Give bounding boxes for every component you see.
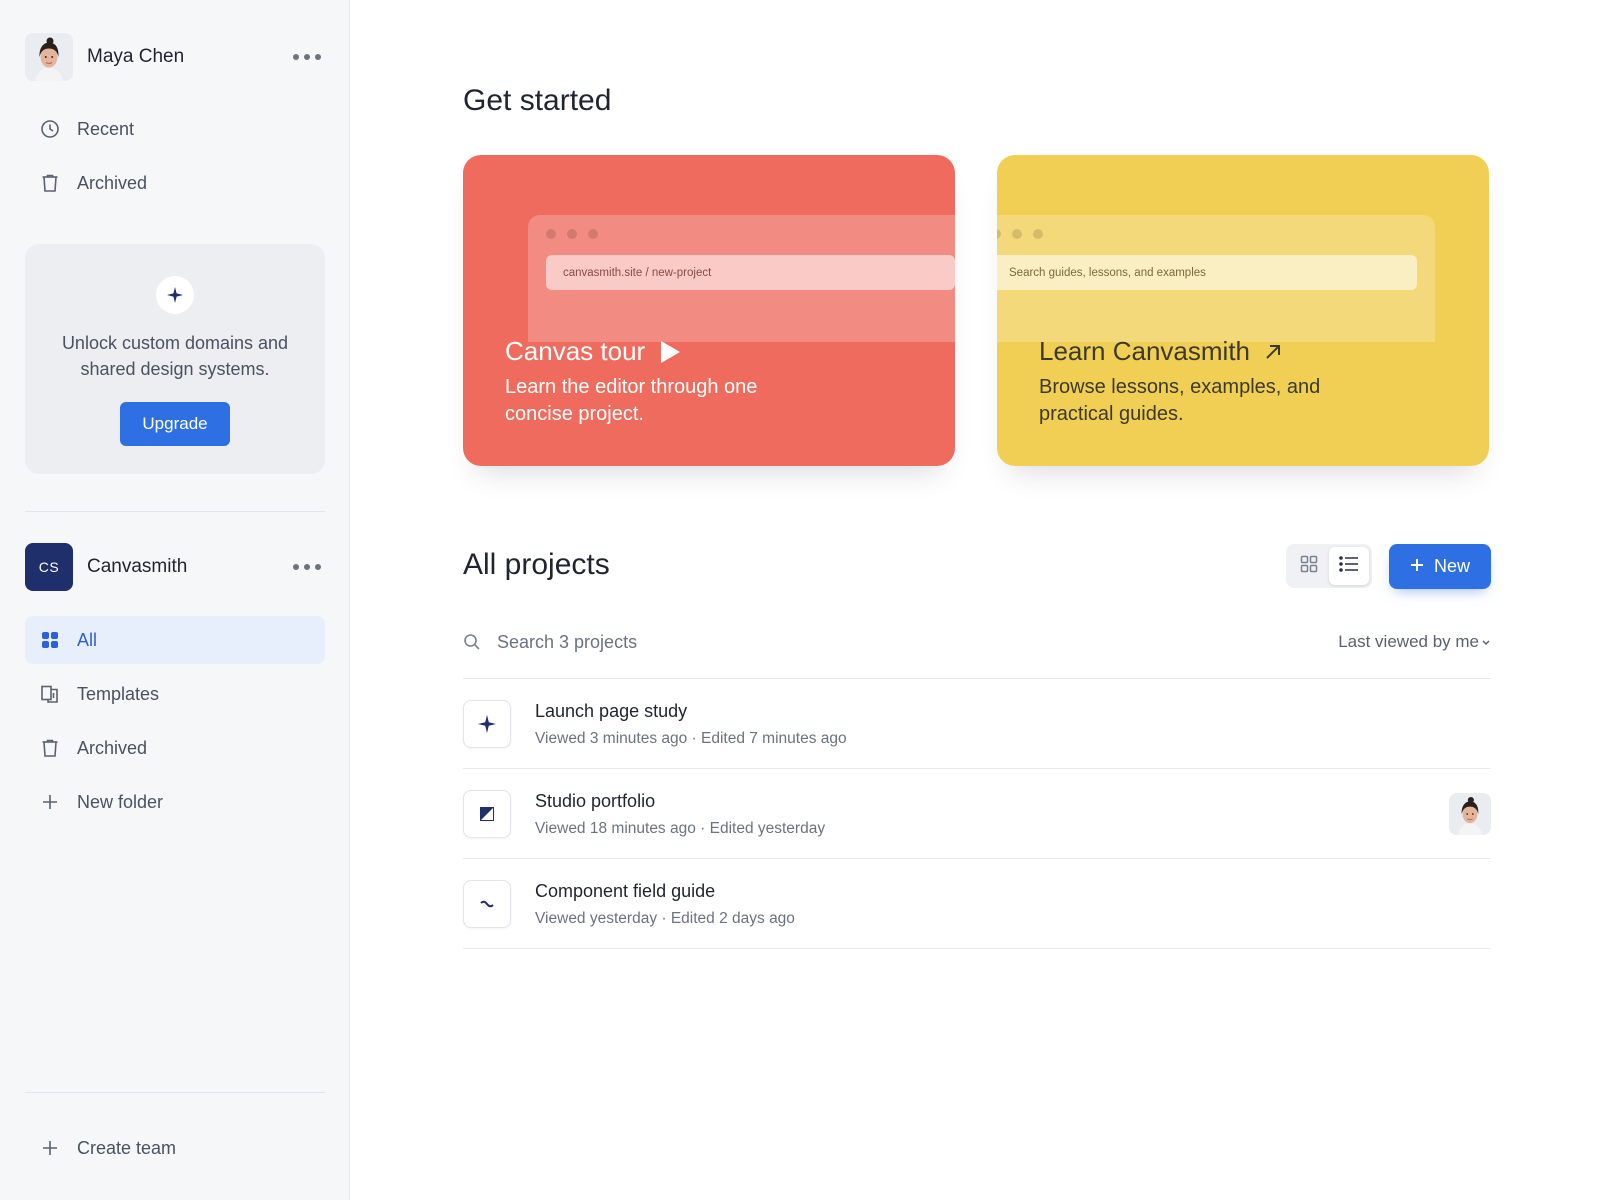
plus-icon (39, 1137, 61, 1159)
canvas-tour-card[interactable]: canvasmith.site / new-project Canvas tou… (463, 155, 955, 466)
list-view-icon (1339, 555, 1359, 578)
page-title: Get started (463, 84, 612, 117)
create-team-button[interactable]: Create team (25, 1124, 325, 1172)
sort-dropdown[interactable]: Last viewed by me (1338, 632, 1491, 652)
user-name: Maya Chen (87, 46, 185, 67)
upgrade-promo: Unlock custom domains and shared design … (25, 244, 325, 474)
create-team-label: Create team (77, 1137, 177, 1158)
project-title: Component field guide (535, 880, 716, 901)
sidebar-item-label: Recent (77, 118, 135, 139)
mock-url-bar: canvasmith.site / new-project (546, 255, 955, 290)
card-title: Learn Canvasmith (1039, 336, 1282, 367)
card-title-text: Canvas tour (505, 336, 646, 366)
grid-icon (39, 629, 61, 651)
upgrade-button[interactable]: Upgrade (120, 402, 230, 446)
search-icon (463, 633, 485, 651)
collaborator-avatar (1449, 793, 1491, 835)
project-row[interactable]: Component field guide Viewed yesterday ·… (463, 859, 1491, 949)
plus-icon (1410, 556, 1424, 577)
project-search-row: Last viewed by me (463, 621, 1491, 663)
sidebar-item-label: Archived (77, 172, 148, 193)
templates-icon (39, 683, 61, 705)
team-more-icon[interactable] (289, 558, 325, 576)
section-title: All projects (463, 548, 610, 581)
plus-icon (39, 791, 61, 813)
project-title: Launch page study (535, 700, 688, 721)
new-project-button[interactable]: New (1389, 544, 1491, 589)
window-dots (546, 229, 598, 239)
sort-label: Last viewed by me (1338, 632, 1479, 651)
sidebar-item-all[interactable]: All (25, 616, 325, 664)
new-button-label: New (1433, 556, 1470, 576)
view-toggle (1286, 544, 1372, 588)
card-description: Learn the editor through one concise pro… (505, 376, 758, 425)
browser-mockup: canvasmith.site / new-project (528, 215, 955, 342)
team-name: Canvasmith (87, 556, 188, 577)
browser-mockup: Search guides, lessons, and examples (997, 215, 1435, 342)
user-avatar (25, 33, 73, 81)
project-meta: Viewed yesterday · Edited 2 days ago (535, 909, 795, 927)
window-dots (997, 229, 1043, 239)
promo-text: Unlock custom domains and shared design … (61, 333, 289, 379)
sidebar-item-archived[interactable]: Archived (25, 159, 325, 207)
list-view-button[interactable] (1329, 547, 1369, 585)
frame-icon (463, 790, 511, 838)
learn-canvasmith-card[interactable]: Search guides, lessons, and examples Lea… (997, 155, 1489, 466)
team-badge: CS (25, 543, 73, 591)
sidebar-item-recent[interactable]: Recent (25, 105, 325, 153)
card-title: Canvas tour (505, 336, 681, 367)
squiggle-icon (463, 880, 511, 928)
user-more-icon[interactable] (289, 48, 325, 66)
sidebar-item-new-folder[interactable]: New folder (25, 778, 325, 826)
project-meta: Viewed 3 minutes ago · Edited 7 minutes … (535, 729, 847, 747)
play-icon (659, 340, 681, 364)
card-description: Browse lessons, examples, and practical … (1039, 376, 1321, 425)
trash-icon (39, 172, 61, 194)
sidebar-divider (25, 1092, 325, 1093)
card-title-text: Learn Canvasmith (1039, 336, 1250, 366)
sidebar-item-templates[interactable]: Templates (25, 670, 325, 718)
user-menu[interactable]: Maya Chen (25, 33, 325, 81)
clock-icon (39, 118, 61, 140)
project-title: Studio portfolio (535, 790, 656, 811)
sidebar-item-label: All (77, 629, 98, 650)
trash-icon (39, 737, 61, 759)
sparkle-icon (156, 276, 194, 314)
project-meta: Viewed 18 minutes ago · Edited yesterday (535, 819, 826, 837)
project-row[interactable]: Launch page study Viewed 3 minutes ago ·… (463, 679, 1491, 769)
team-menu[interactable]: CS Canvasmith (25, 543, 325, 591)
chevron-down-icon (1481, 632, 1491, 652)
sidebar-item-label: Templates (77, 683, 160, 704)
sidebar-item-team-archived[interactable]: Archived (25, 724, 325, 772)
sidebar-item-label: Archived (77, 737, 148, 758)
external-link-icon (1264, 343, 1282, 361)
sidebar-item-label: New folder (77, 791, 164, 812)
list-divider (463, 948, 1491, 949)
sidebar-divider (25, 511, 325, 512)
mock-search-bar: Search guides, lessons, and examples (997, 255, 1417, 290)
sparkle-icon (463, 700, 511, 748)
project-row[interactable]: Studio portfolio Viewed 18 minutes ago ·… (463, 769, 1491, 859)
grid-view-button[interactable] (1289, 547, 1329, 585)
project-search-input[interactable] (497, 631, 897, 653)
grid-view-icon (1300, 555, 1318, 578)
sidebar: Maya Chen Recent Archived Unlock custom … (0, 0, 350, 1200)
